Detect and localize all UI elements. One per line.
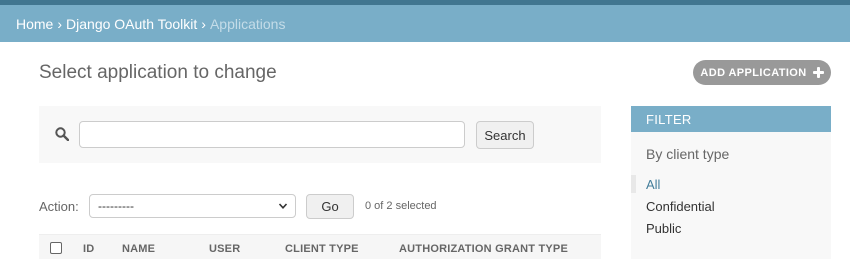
column-header-user[interactable]: USER [209,243,240,255]
add-application-label: ADD APPLICATION [700,66,807,79]
filter-option-all[interactable]: All [631,173,831,195]
breadcrumb-home-link[interactable]: Home [16,16,53,32]
selected-count: 0 of 2 selected [365,200,437,212]
action-select[interactable]: --------- [89,194,296,218]
action-select-value: --------- [98,199,134,213]
filter-options: All Confidential Public [631,173,831,239]
filter-option-confidential[interactable]: Confidential [631,195,831,217]
column-header-name[interactable]: NAME [122,243,155,255]
breadcrumb-separator: › [201,15,206,32]
search-toolbar: Search [39,106,601,163]
column-header-authorization-grant-type[interactable]: AUTHORIZATION GRANT TYPE [399,243,568,255]
column-header-client-type[interactable]: CLIENT TYPE [285,243,359,255]
breadcrumb-separator: › [57,15,63,32]
action-label: Action: [39,199,79,214]
breadcrumb-app-link[interactable]: Django OAuth Toolkit [66,16,197,32]
breadcrumb-current: Applications [209,15,286,32]
filter-option-public[interactable]: Public [631,217,831,239]
plus-icon [812,67,824,78]
search-icon [55,127,69,141]
column-header-id[interactable]: ID [83,243,94,255]
filter-title: FILTER [631,106,831,132]
chevron-down-icon [278,203,288,209]
select-all-checkbox[interactable] [50,242,62,254]
search-button[interactable]: Search [476,121,534,149]
search-input[interactable] [79,121,465,148]
filter-panel: FILTER By client type All Confidential P… [631,106,831,259]
breadcrumb: Home › Django OAuth Toolkit › Applicatio… [0,5,850,42]
add-application-button[interactable]: ADD APPLICATION [693,60,831,85]
filter-subtitle: By client type [646,146,730,162]
page-title: Select application to change [39,62,277,83]
table-header: ID NAME USER CLIENT TYPE AUTHORIZATION G… [39,234,601,259]
go-button[interactable]: Go [306,194,354,219]
